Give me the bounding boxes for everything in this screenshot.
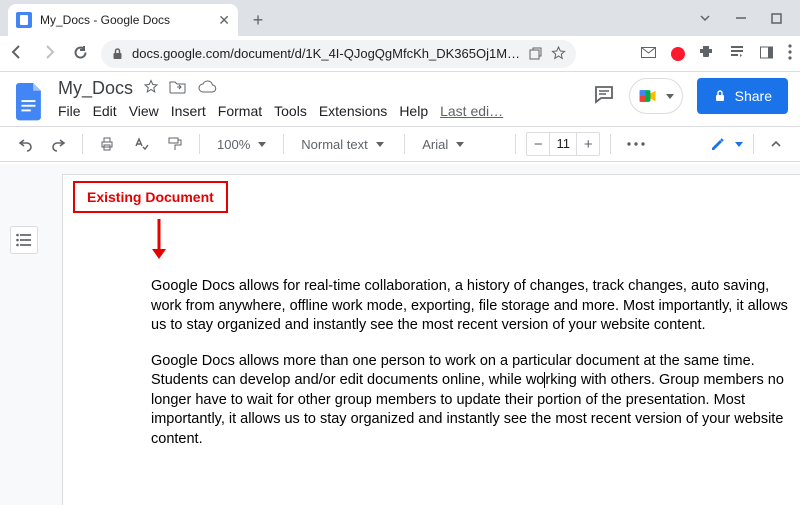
star-icon[interactable] (143, 79, 159, 98)
browser-address-bar: docs.google.com/document/d/1K_4I-QJogQgM… (0, 36, 800, 72)
new-tab-button[interactable]: + (244, 6, 272, 34)
meet-button[interactable] (629, 78, 683, 114)
print-button[interactable] (93, 132, 121, 156)
menu-tools[interactable]: Tools (274, 103, 307, 119)
menubar: File Edit View Insert Format Tools Exten… (58, 99, 503, 125)
nav-back-icon[interactable] (8, 43, 26, 64)
menu-help[interactable]: Help (399, 103, 428, 119)
docs-toolbar: 100% Normal text Arial − 11 + (0, 126, 800, 162)
last-edit-link[interactable]: Last edi… (440, 103, 503, 119)
pencil-icon (709, 135, 727, 153)
font-size-decrease[interactable]: − (527, 133, 549, 155)
annotation-existing-document: Existing Document (73, 181, 228, 213)
hide-menus-button[interactable] (764, 134, 788, 154)
window-minimize-icon[interactable] (735, 12, 747, 24)
menu-extensions[interactable]: Extensions (319, 103, 387, 119)
font-size-stepper: − 11 + (526, 132, 600, 156)
window-controls (699, 0, 800, 36)
lock-icon (111, 47, 124, 60)
tab-title: My_Docs - Google Docs (40, 13, 210, 27)
bookmark-star-icon[interactable] (551, 46, 566, 61)
font-size-increase[interactable]: + (577, 133, 599, 155)
chevron-down-icon (258, 142, 266, 147)
more-tools-icon[interactable] (621, 138, 651, 150)
window-maximize-icon[interactable] (771, 13, 782, 24)
undo-button[interactable] (12, 133, 39, 156)
chevron-down-icon (666, 94, 674, 99)
document-canvas: Existing Document Google Docs allows for… (0, 164, 800, 505)
lock-icon (713, 89, 727, 103)
font-family-dropdown[interactable]: Arial (415, 132, 505, 157)
font-size-value[interactable]: 11 (549, 133, 577, 155)
docs-logo-icon[interactable] (12, 78, 48, 126)
chrome-menu-icon[interactable] (788, 44, 792, 63)
side-panel-icon[interactable] (759, 45, 774, 63)
spellcheck-button[interactable] (127, 132, 155, 156)
nav-forward-icon (40, 43, 58, 64)
move-folder-icon[interactable] (169, 79, 187, 98)
menu-edit[interactable]: Edit (93, 103, 117, 119)
document-page[interactable]: Existing Document Google Docs allows for… (62, 174, 800, 505)
paragraph-style-dropdown[interactable]: Normal text (294, 132, 394, 157)
window-dropdown-icon[interactable] (699, 12, 711, 24)
chevron-down-icon (735, 142, 743, 147)
menu-file[interactable]: File (58, 103, 81, 119)
annotation-arrow-icon (149, 219, 169, 261)
paragraph-1: Google Docs allows for real-time collabo… (151, 277, 791, 336)
browser-tab-active[interactable]: My_Docs - Google Docs ✕ (8, 4, 238, 36)
document-body[interactable]: Google Docs allows for real-time collabo… (151, 277, 791, 450)
nav-reload-icon[interactable] (72, 44, 89, 64)
document-outline-button[interactable] (10, 226, 38, 254)
docs-favicon-icon (16, 12, 32, 28)
share-button[interactable]: Share (697, 78, 788, 114)
comment-history-icon[interactable] (593, 84, 615, 109)
url-input[interactable]: docs.google.com/document/d/1K_4I-QJogQgM… (101, 40, 576, 68)
zoom-dropdown[interactable]: 100% (210, 132, 273, 157)
meet-icon (638, 86, 658, 106)
editing-mode-dropdown[interactable] (709, 135, 743, 153)
paint-format-button[interactable] (161, 132, 189, 156)
mail-icon[interactable] (640, 44, 657, 64)
browser-tabstrip: My_Docs - Google Docs ✕ + (0, 0, 800, 36)
url-text: docs.google.com/document/d/1K_4I-QJogQgM… (132, 46, 520, 61)
docs-header: My_Docs File Edit View Insert Format Too… (0, 72, 800, 126)
opera-extension-icon[interactable] (671, 47, 685, 61)
cloud-status-icon[interactable] (197, 80, 217, 97)
close-tab-icon[interactable]: ✕ (218, 12, 230, 29)
paragraph-2: Google Docs allows more than one person … (151, 352, 791, 450)
redo-button[interactable] (45, 133, 72, 156)
document-title[interactable]: My_Docs (58, 78, 133, 99)
share-label: Share (735, 88, 772, 104)
reading-list-icon[interactable] (729, 44, 745, 63)
share-url-icon[interactable] (528, 46, 543, 61)
extensions-icon[interactable] (699, 44, 715, 63)
menu-format[interactable]: Format (218, 103, 262, 119)
chevron-down-icon (376, 142, 384, 147)
menu-insert[interactable]: Insert (171, 103, 206, 119)
menu-view[interactable]: View (129, 103, 159, 119)
chevron-down-icon (456, 142, 464, 147)
